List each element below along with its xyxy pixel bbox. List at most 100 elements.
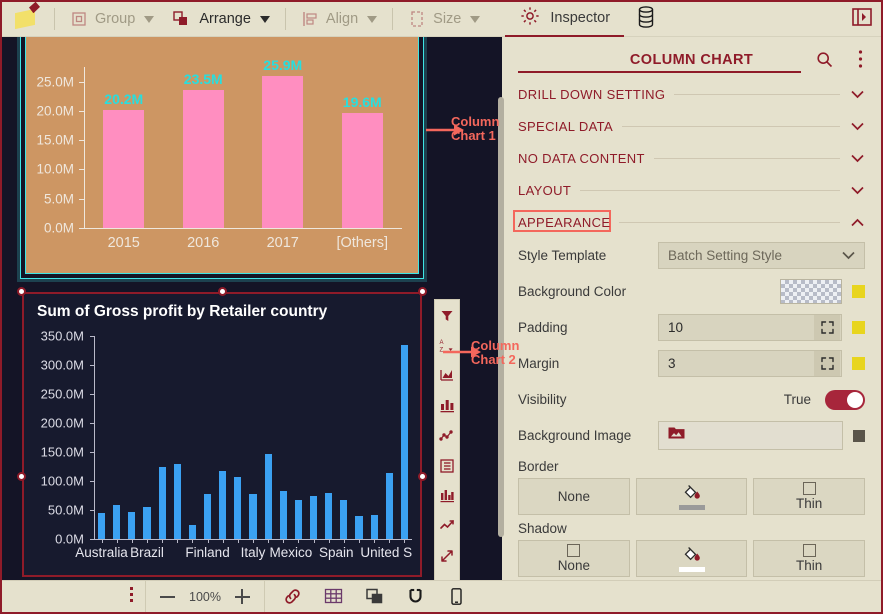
- chart-2-bar[interactable]: [355, 516, 362, 539]
- margin-binding-indicator[interactable]: [852, 357, 865, 370]
- mobile-preview-button[interactable]: [447, 587, 466, 606]
- panel-expand-button[interactable]: [851, 6, 873, 33]
- resize-handle-r[interactable]: [418, 472, 427, 481]
- scatter-chart-button[interactable]: [436, 425, 458, 446]
- padding-input[interactable]: 10: [658, 314, 842, 341]
- background-image-binding-indicator[interactable]: [853, 430, 865, 442]
- app-logo-icon[interactable]: [2, 2, 48, 36]
- bar-chart-button[interactable]: [436, 485, 458, 506]
- border-thin-button[interactable]: Thin: [753, 478, 865, 515]
- database-button[interactable]: [624, 5, 668, 34]
- grid-button[interactable]: [324, 587, 343, 606]
- application-window: Group Arrange Align Size: [0, 0, 883, 614]
- snap-button[interactable]: [406, 587, 425, 606]
- chart-1-category-label: 2015: [108, 235, 140, 251]
- section-label: NO DATA CONTENT: [518, 151, 645, 166]
- background-image-input[interactable]: [658, 421, 843, 450]
- filter-button[interactable]: [436, 305, 458, 326]
- chart-2-bar[interactable]: [189, 525, 196, 540]
- chart-2-bar[interactable]: [386, 473, 393, 539]
- arrange-button[interactable]: Arrange: [163, 2, 279, 36]
- chart-2-x-tick: [359, 539, 360, 543]
- background-color-swatch[interactable]: [780, 279, 842, 304]
- section-drill-down-setting[interactable]: DRILL DOWN SETTING: [502, 79, 881, 109]
- group-button[interactable]: Group: [61, 2, 163, 36]
- chart-1-bar[interactable]: [183, 90, 224, 228]
- database-icon: [636, 5, 656, 34]
- column-chart-2[interactable]: Sum of Gross profit by Retailer country …: [22, 292, 422, 577]
- section-label: SPECIAL DATA: [518, 119, 613, 134]
- chart-2-bar[interactable]: [234, 477, 241, 539]
- table-button[interactable]: [436, 455, 458, 476]
- chart-2-bar[interactable]: [159, 467, 166, 540]
- chart-2-bar[interactable]: [128, 512, 135, 539]
- chart-2-bar[interactable]: [310, 496, 317, 540]
- section-appearance[interactable]: APPEARANCE: [502, 207, 881, 237]
- chart-1-bar[interactable]: [342, 113, 383, 228]
- chart-2-bar[interactable]: [174, 464, 181, 539]
- shadow-color-button[interactable]: [636, 540, 748, 577]
- area-chart-button[interactable]: [436, 365, 458, 386]
- chart-2-bar[interactable]: [401, 345, 408, 539]
- border-color-button[interactable]: [636, 478, 748, 515]
- more-vertical-icon[interactable]: [130, 587, 133, 602]
- chart-2-bar[interactable]: [265, 454, 272, 539]
- size-button[interactable]: Size: [399, 2, 489, 36]
- expand-icon[interactable]: [814, 315, 840, 340]
- shadow-none-button[interactable]: None: [518, 540, 630, 577]
- link-button[interactable]: [283, 587, 302, 606]
- inspector-title-underline: [518, 71, 801, 73]
- size-icon: [408, 10, 426, 28]
- search-icon[interactable]: [816, 51, 833, 73]
- chart-2-y-tick-label: 100.0M: [24, 474, 84, 489]
- expand-button[interactable]: [436, 545, 458, 566]
- inspector-scrollbar[interactable]: [498, 97, 504, 537]
- chart-2-y-tick-label: 150.0M: [24, 445, 84, 460]
- chart-2-x-tick: [253, 539, 254, 543]
- visibility-toggle[interactable]: [825, 390, 865, 410]
- zoom-out-button[interactable]: [160, 596, 175, 598]
- section-layout[interactable]: LAYOUT: [502, 175, 881, 205]
- chart-1-bar[interactable]: [103, 110, 144, 228]
- shadow-thin-button[interactable]: Thin: [753, 540, 865, 577]
- resize-handle-tl[interactable]: [17, 287, 26, 296]
- background-color-binding-indicator[interactable]: [852, 285, 865, 298]
- border-none-label: None: [558, 489, 590, 504]
- chart-2-bar[interactable]: [371, 515, 378, 539]
- chart-2-bar[interactable]: [249, 494, 256, 539]
- align-button[interactable]: Align: [292, 2, 386, 36]
- design-canvas[interactable]: 25.0M20.0M15.0M10.0M5.0M0.0M20.2M201523.…: [2, 37, 502, 580]
- column-chart-button[interactable]: [436, 395, 458, 416]
- chart-2-bar[interactable]: [340, 500, 347, 539]
- chart-2-bar[interactable]: [219, 471, 226, 539]
- chart-2-x-tick: [117, 539, 118, 543]
- zoom-in-button[interactable]: [235, 589, 250, 604]
- style-template-select[interactable]: Batch Setting Style: [658, 242, 865, 269]
- chart-1-y-tick-label: 20.0M: [26, 103, 74, 118]
- chart-2-bar[interactable]: [204, 494, 211, 539]
- more-vertical-icon[interactable]: [858, 49, 863, 74]
- resize-handle-tr[interactable]: [418, 287, 427, 296]
- chart-2-bar[interactable]: [98, 513, 105, 539]
- gear-icon: [519, 5, 541, 32]
- section-special-data[interactable]: SPECIAL DATA: [502, 111, 881, 141]
- chart-2-bar[interactable]: [325, 493, 332, 539]
- expand-icon[interactable]: [814, 351, 840, 376]
- border-none-button[interactable]: None: [518, 478, 630, 515]
- column-chart-1[interactable]: 25.0M20.0M15.0M10.0M5.0M0.0M20.2M201523.…: [20, 37, 424, 279]
- padding-binding-indicator[interactable]: [852, 321, 865, 334]
- chart-1-bar[interactable]: [262, 76, 303, 228]
- tab-inspector[interactable]: Inspector: [505, 2, 624, 37]
- section-no-data-content[interactable]: NO DATA CONTENT: [502, 143, 881, 173]
- chart-2-bar[interactable]: [295, 500, 302, 539]
- margin-input[interactable]: 3: [658, 350, 842, 377]
- line-chart-button[interactable]: [436, 515, 458, 536]
- resize-handle-l[interactable]: [17, 472, 26, 481]
- chart-2-bar[interactable]: [113, 505, 120, 539]
- chart-1-category-label: 2016: [187, 235, 219, 251]
- chart-2-bar[interactable]: [280, 491, 287, 539]
- chart-2-bar[interactable]: [143, 507, 150, 539]
- layers-button[interactable]: [365, 587, 384, 606]
- chart-type-toolbar[interactable]: A Z: [434, 299, 460, 584]
- resize-handle-t[interactable]: [218, 287, 227, 296]
